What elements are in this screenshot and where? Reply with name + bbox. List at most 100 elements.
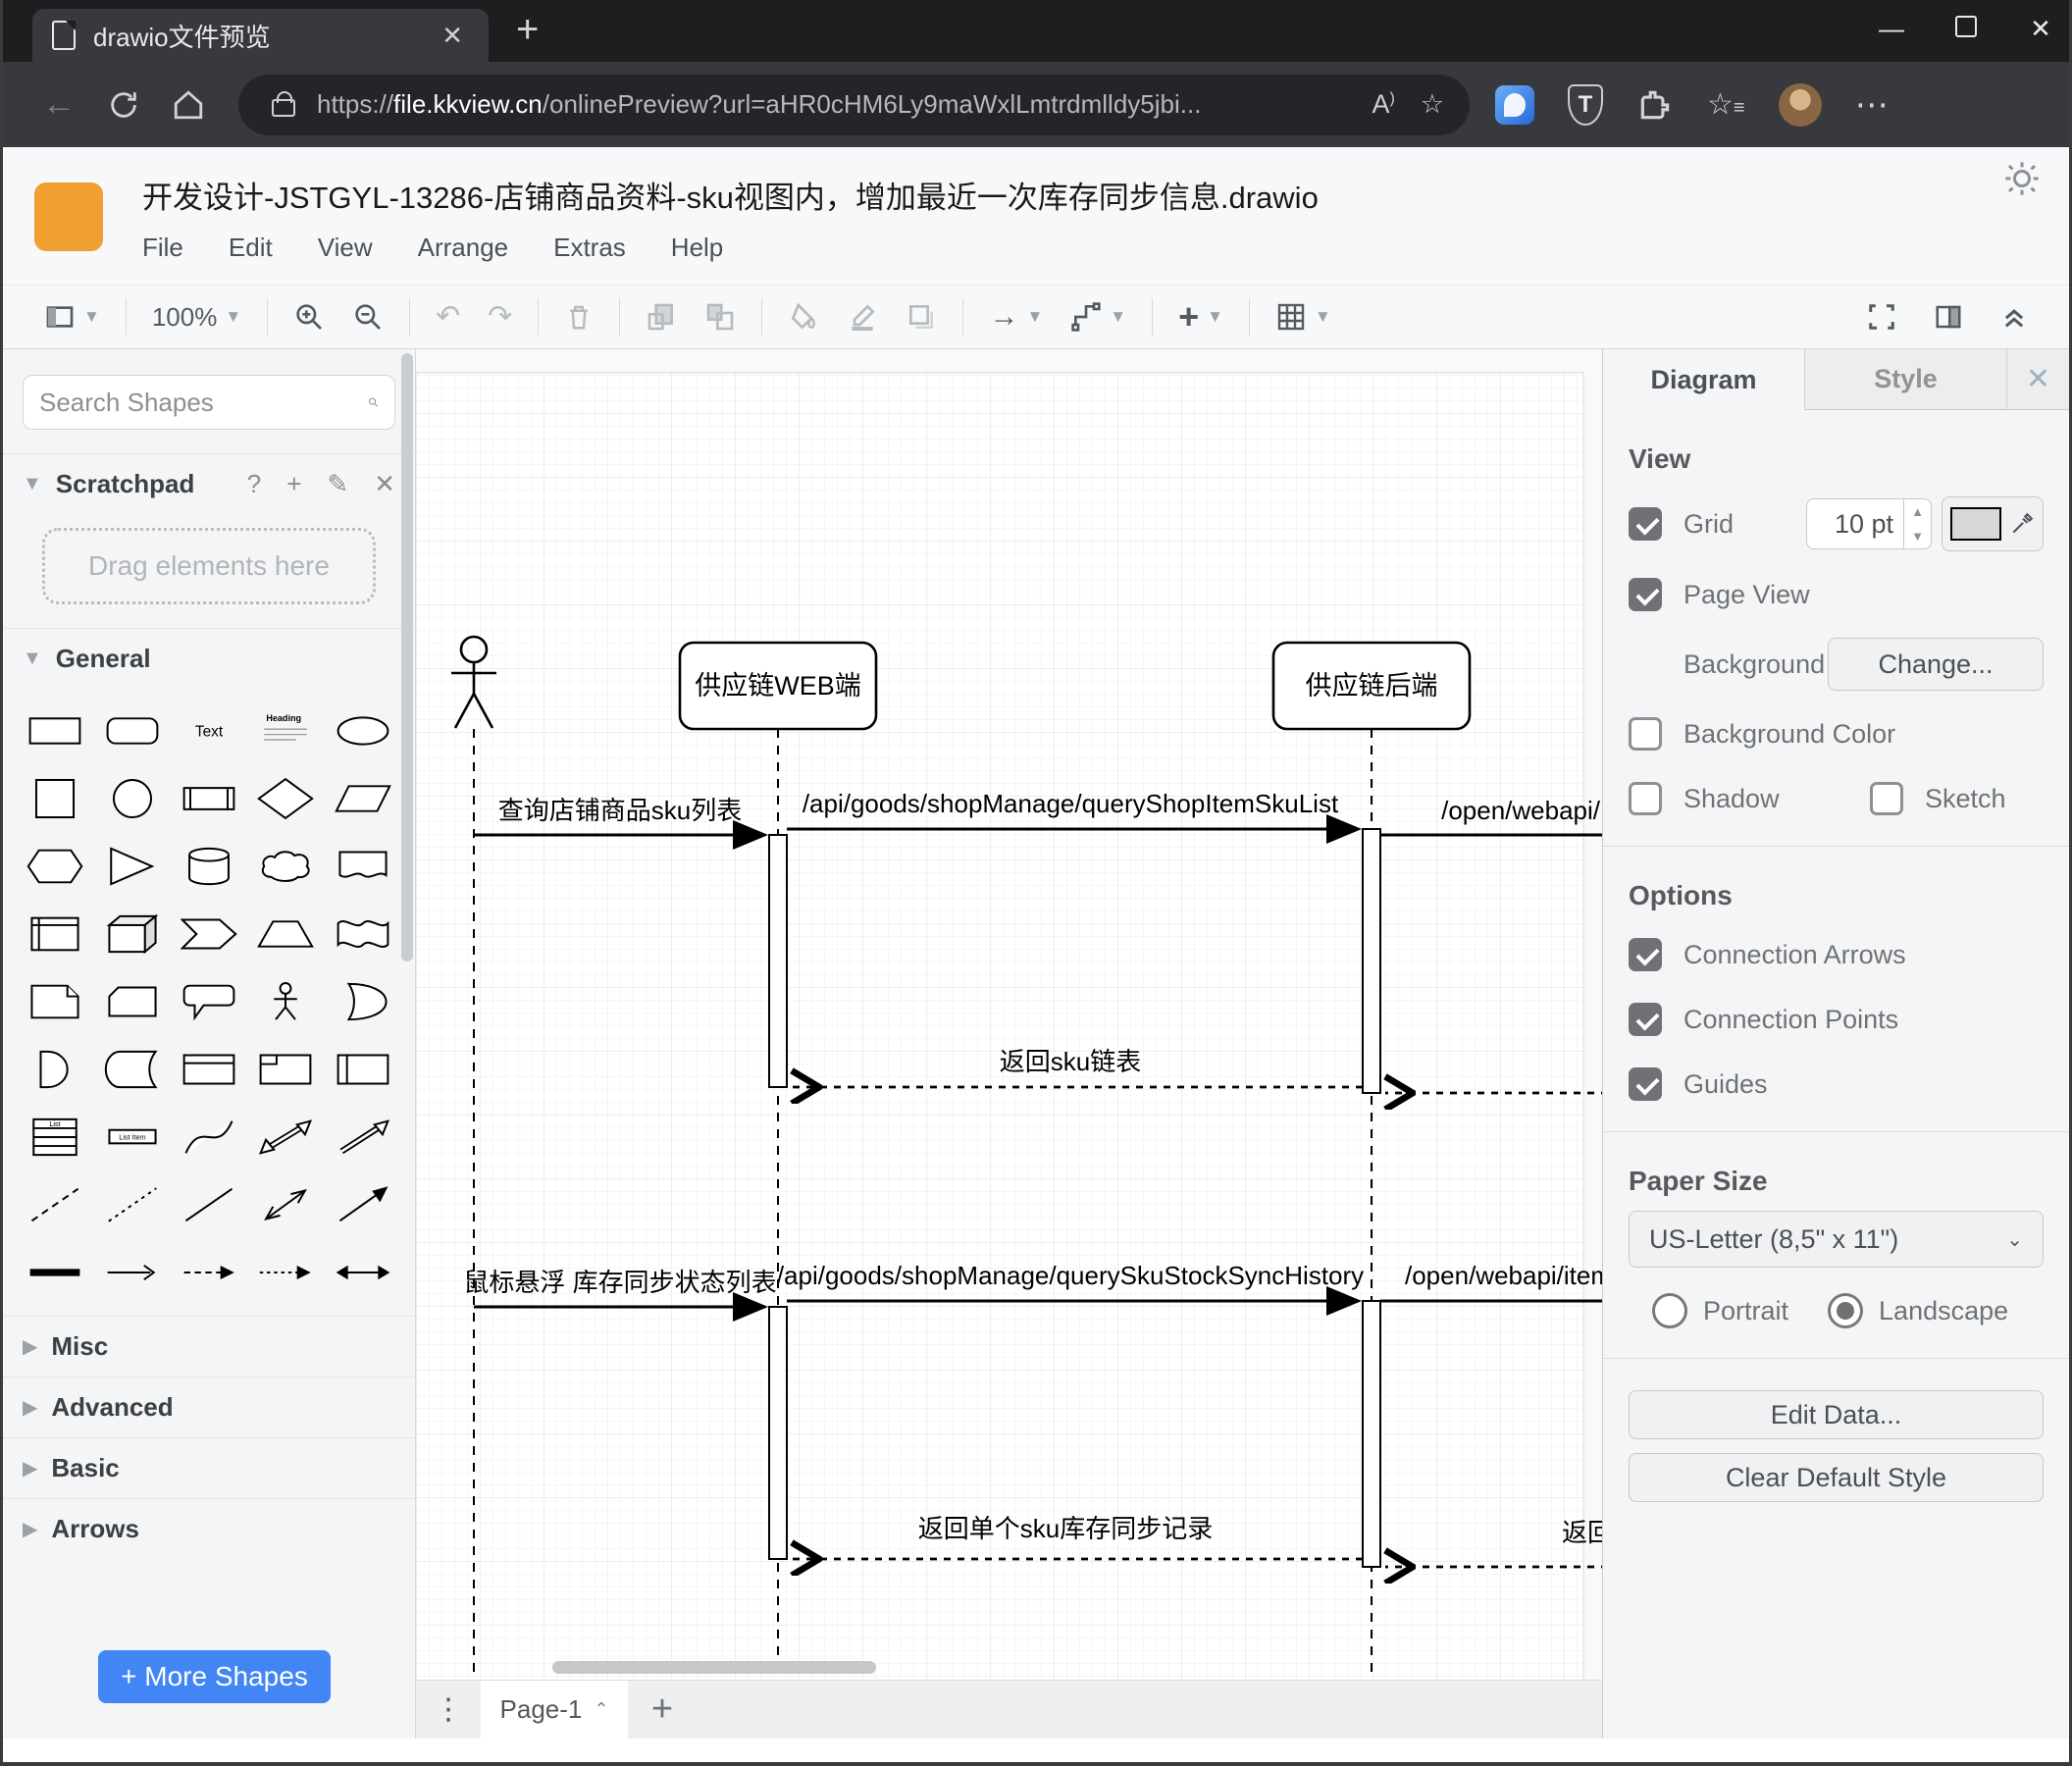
shape-hexagon[interactable]	[17, 832, 93, 900]
horizontal-scrollbar[interactable]	[552, 1661, 876, 1674]
section-misc[interactable]: ▶ Misc	[3, 1316, 415, 1376]
waypoints-dropdown[interactable]: ▼	[1070, 301, 1126, 333]
shape-and[interactable]	[17, 1035, 93, 1103]
menu-extras[interactable]: Extras	[553, 233, 626, 263]
shape-rectangle[interactable]	[17, 697, 93, 764]
shape-cloud[interactable]	[247, 832, 324, 900]
browser-tab[interactable]: drawio文件预览 ✕	[32, 9, 489, 62]
scratchpad-help-icon[interactable]: ?	[247, 469, 261, 499]
section-arrows[interactable]: ▶ Arrows	[3, 1498, 415, 1559]
shape-bidirectional-arrow[interactable]	[247, 1103, 324, 1170]
zoom-level-dropdown[interactable]: 100% ▼	[152, 302, 241, 333]
tab-close-button[interactable]: ✕	[436, 21, 469, 51]
diagram-canvas[interactable]: 供应链WEB端 供应链后端 查询店铺商品sku列表 /api/goods/sho…	[416, 349, 1602, 1680]
to-back-button[interactable]	[704, 301, 736, 333]
shape-circle[interactable]	[93, 764, 170, 832]
zoom-out-button[interactable]	[352, 301, 384, 333]
favorite-star-icon[interactable]: ☆	[1421, 89, 1444, 120]
table-dropdown[interactable]: ▼	[1275, 301, 1331, 333]
shape-directional-connector[interactable]	[325, 1170, 401, 1238]
shape-list[interactable]: List	[17, 1103, 93, 1170]
shape-bidirectional-connector[interactable]	[247, 1170, 324, 1238]
sketch-checkbox[interactable]	[1870, 782, 1903, 815]
theme-toggle-icon[interactable]	[2002, 159, 2042, 198]
tab-style[interactable]: Style	[1804, 349, 2006, 410]
search-input[interactable]	[39, 387, 368, 418]
shape-cylinder[interactable]	[171, 832, 247, 900]
panel-close-icon[interactable]: ✕	[2006, 349, 2069, 410]
line-color-button[interactable]	[847, 301, 878, 333]
scratchpad-dropzone[interactable]: Drag elements here	[42, 528, 376, 604]
shape-arrow-connector[interactable]	[93, 1238, 170, 1306]
minimize-button[interactable]: —	[1877, 14, 1906, 44]
browser-extension-icon[interactable]	[1495, 84, 1534, 125]
zoom-in-button[interactable]	[293, 301, 325, 333]
shape-actor[interactable]	[247, 967, 324, 1035]
connection-points-checkbox[interactable]	[1629, 1003, 1662, 1036]
menu-edit[interactable]: Edit	[229, 233, 273, 263]
menu-arrange[interactable]: Arrange	[418, 233, 509, 263]
shape-process[interactable]	[171, 764, 247, 832]
shadow-checkbox[interactable]	[1629, 782, 1662, 815]
background-color-checkbox[interactable]	[1629, 717, 1662, 751]
shape-link[interactable]	[17, 1238, 93, 1306]
section-basic[interactable]: ▶ Basic	[3, 1437, 415, 1498]
shape-dotted-arrow[interactable]	[247, 1238, 324, 1306]
clear-default-style-button[interactable]: Clear Default Style	[1629, 1453, 2044, 1502]
shape-text[interactable]: Text	[171, 697, 247, 764]
shape-search[interactable]	[23, 375, 395, 430]
page-view-checkbox[interactable]	[1629, 578, 1662, 611]
shape-dashed-arrow[interactable]	[171, 1238, 247, 1306]
shape-square[interactable]	[17, 764, 93, 832]
refresh-button[interactable]	[107, 88, 140, 122]
shadow-button[interactable]	[906, 301, 937, 333]
home-button[interactable]	[172, 88, 205, 122]
shape-callout[interactable]	[171, 967, 247, 1035]
delete-button[interactable]	[564, 301, 594, 333]
add-page-button[interactable]: +	[628, 1681, 697, 1739]
more-shapes-button[interactable]: + More Shapes	[98, 1650, 331, 1703]
shape-internal-storage[interactable]	[17, 900, 93, 967]
undo-button[interactable]: ↶	[436, 302, 460, 332]
grid-size-stepper[interactable]: ▲ ▼	[1904, 498, 1932, 549]
menu-view[interactable]: View	[318, 233, 373, 263]
shape-line[interactable]	[171, 1170, 247, 1238]
grid-size-input[interactable]	[1806, 498, 1904, 549]
section-general[interactable]: ▼ General	[3, 628, 415, 689]
guides-checkbox[interactable]	[1629, 1067, 1662, 1101]
shape-container[interactable]	[171, 1035, 247, 1103]
tab-diagram[interactable]: Diagram	[1603, 349, 1804, 410]
redo-button[interactable]: ↷	[488, 302, 512, 332]
connection-arrows-checkbox[interactable]	[1629, 938, 1662, 971]
view-dropdown[interactable]: ▼	[44, 301, 100, 333]
shape-ellipse[interactable]	[325, 697, 401, 764]
grid-color-button[interactable]	[1942, 496, 2044, 551]
shape-triangle[interactable]	[93, 832, 170, 900]
browser-menu-button[interactable]: ⋯	[1855, 85, 1889, 125]
shape-dotted-line[interactable]	[93, 1170, 170, 1238]
favorites-bar-icon[interactable]: ☆≡	[1707, 87, 1745, 122]
shape-card[interactable]	[93, 967, 170, 1035]
back-button[interactable]: ←	[42, 85, 76, 124]
collapse-toolbar-button[interactable]	[2000, 302, 2028, 332]
profile-avatar[interactable]	[1778, 82, 1822, 127]
shape-dashed-line[interactable]	[17, 1170, 93, 1238]
scratchpad-close-icon[interactable]: ✕	[374, 469, 395, 499]
insert-dropdown[interactable]: + ▼	[1178, 299, 1223, 335]
maximize-button[interactable]	[1951, 14, 1981, 44]
scratchpad-header[interactable]: ▼ Scratchpad ? + ✎ ✕	[3, 453, 415, 514]
fullscreen-button[interactable]	[1867, 302, 1896, 332]
shield-extension-icon[interactable]: T	[1568, 83, 1603, 126]
page-tab[interactable]: Page-1 ⌃	[481, 1681, 628, 1739]
shape-document[interactable]	[325, 832, 401, 900]
menu-help[interactable]: Help	[671, 233, 723, 263]
shape-arrow[interactable]	[325, 1103, 401, 1170]
shape-rounded-rectangle[interactable]	[93, 697, 170, 764]
read-aloud-icon[interactable]: A)	[1372, 89, 1394, 120]
close-window-button[interactable]: ✕	[2026, 14, 2055, 44]
shape-cube[interactable]	[93, 900, 170, 967]
shape-note[interactable]	[17, 967, 93, 1035]
shape-data-storage[interactable]	[93, 1035, 170, 1103]
portrait-radio[interactable]	[1652, 1293, 1687, 1328]
shape-horizontal-container[interactable]	[325, 1035, 401, 1103]
